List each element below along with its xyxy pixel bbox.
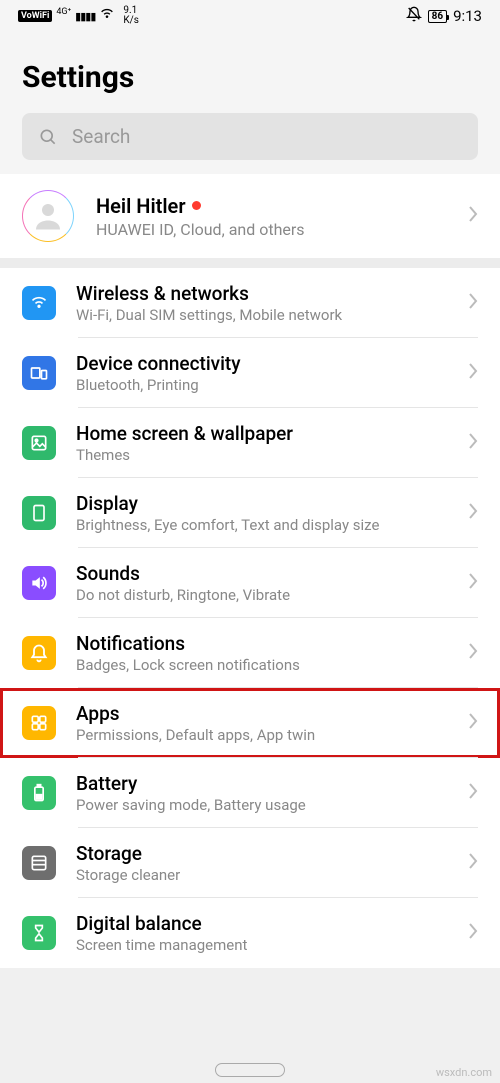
settings-item-sound[interactable]: SoundsDo not disturb, Ringtone, Vibrate [0, 548, 500, 618]
item-sub: Badges, Lock screen notifications [76, 656, 448, 674]
chevron-right-icon [468, 432, 478, 454]
settings-item-battery[interactable]: BatteryPower saving mode, Battery usage [0, 758, 500, 828]
settings-item-hourglass[interactable]: Digital balanceScreen time management [0, 898, 500, 968]
chevron-right-icon [468, 502, 478, 524]
settings-item-devices[interactable]: Device connectivityBluetooth, Printing [0, 338, 500, 408]
section-gap [0, 258, 500, 268]
clock: 9:13 [453, 7, 482, 25]
page-title: Settings [0, 32, 500, 113]
mute-icon [406, 6, 422, 26]
item-text: DisplayBrightness, Eye comfort, Text and… [76, 492, 448, 534]
item-sub: Bluetooth, Printing [76, 376, 448, 394]
search-icon [38, 127, 58, 147]
battery-icon [22, 776, 56, 810]
chevron-right-icon [468, 852, 478, 874]
item-title: Sounds [76, 562, 448, 585]
item-title: Battery [76, 772, 448, 795]
hourglass-icon [22, 916, 56, 950]
item-sub: Themes [76, 446, 448, 464]
chevron-right-icon [468, 782, 478, 804]
battery-indicator: 86 [428, 10, 447, 23]
wifi-status-icon [99, 6, 115, 26]
settings-item-apps[interactable]: AppsPermissions, Default apps, App twin [0, 688, 500, 758]
search-container: Search [0, 113, 500, 174]
account-name: Heil Hitler [96, 194, 446, 218]
item-sub: Wi-Fi, Dual SIM settings, Mobile network [76, 306, 448, 324]
network-speed: 9.1 K/s [123, 6, 139, 26]
chevron-right-icon [468, 642, 478, 664]
item-text: BatteryPower saving mode, Battery usage [76, 772, 448, 814]
item-title: Display [76, 492, 448, 515]
devices-icon [22, 356, 56, 390]
vowifi-badge: VoWiFi [18, 10, 52, 22]
bell-icon [22, 636, 56, 670]
display-icon [22, 496, 56, 530]
search-input[interactable]: Search [22, 113, 478, 160]
status-bar: VoWiFi 4G⁺ ▮▮▮▮ 9.1 K/s 86 9:13 [0, 0, 500, 32]
item-title: Notifications [76, 632, 448, 655]
item-sub: Screen time management [76, 936, 448, 954]
item-text: AppsPermissions, Default apps, App twin [76, 702, 448, 744]
chevron-right-icon [468, 292, 478, 314]
account-row[interactable]: Heil Hitler HUAWEI ID, Cloud, and others [0, 174, 500, 258]
signal-icon: ▮▮▮▮ [75, 10, 95, 23]
image-icon [22, 426, 56, 460]
item-sub: Do not disturb, Ringtone, Vibrate [76, 586, 448, 604]
status-right: 86 9:13 [406, 6, 482, 26]
status-left: VoWiFi 4G⁺ ▮▮▮▮ 9.1 K/s [18, 6, 139, 26]
item-title: Storage [76, 842, 448, 865]
item-text: SoundsDo not disturb, Ringtone, Vibrate [76, 562, 448, 604]
settings-item-wifi[interactable]: Wireless & networksWi-Fi, Dual SIM setti… [0, 268, 500, 338]
wifi-icon [22, 286, 56, 320]
chevron-right-icon [468, 572, 478, 594]
item-sub: Storage cleaner [76, 866, 448, 884]
item-text: StorageStorage cleaner [76, 842, 448, 884]
settings-list: Wireless & networksWi-Fi, Dual SIM setti… [0, 268, 500, 968]
settings-item-bell[interactable]: NotificationsBadges, Lock screen notific… [0, 618, 500, 688]
chevron-right-icon [468, 712, 478, 734]
storage-icon [22, 846, 56, 880]
account-sub: HUAWEI ID, Cloud, and others [96, 220, 446, 239]
sound-icon [22, 566, 56, 600]
item-sub: Power saving mode, Battery usage [76, 796, 448, 814]
item-text: Home screen & wallpaperThemes [76, 422, 448, 464]
item-title: Digital balance [76, 912, 448, 935]
home-indicator[interactable] [215, 1063, 285, 1077]
item-title: Apps [76, 702, 448, 725]
settings-item-storage[interactable]: StorageStorage cleaner [0, 828, 500, 898]
chevron-right-icon [468, 362, 478, 384]
item-text: Wireless & networksWi-Fi, Dual SIM setti… [76, 282, 448, 324]
item-text: Device connectivityBluetooth, Printing [76, 352, 448, 394]
notification-dot-icon [192, 201, 201, 210]
item-sub: Permissions, Default apps, App twin [76, 726, 448, 744]
search-placeholder: Search [72, 125, 130, 148]
item-title: Wireless & networks [76, 282, 448, 305]
chevron-right-icon [468, 205, 478, 227]
chevron-right-icon [468, 922, 478, 944]
item-text: NotificationsBadges, Lock screen notific… [76, 632, 448, 674]
item-sub: Brightness, Eye comfort, Text and displa… [76, 516, 448, 534]
network-gen: 4G⁺ [56, 7, 71, 17]
item-text: Digital balanceScreen time management [76, 912, 448, 954]
item-title: Home screen & wallpaper [76, 422, 448, 445]
watermark: wsxdn.com [436, 1066, 492, 1079]
settings-item-display[interactable]: DisplayBrightness, Eye comfort, Text and… [0, 478, 500, 548]
apps-icon [22, 706, 56, 740]
settings-item-image[interactable]: Home screen & wallpaperThemes [0, 408, 500, 478]
item-title: Device connectivity [76, 352, 448, 375]
account-text: Heil Hitler HUAWEI ID, Cloud, and others [96, 194, 446, 239]
avatar [22, 190, 74, 242]
